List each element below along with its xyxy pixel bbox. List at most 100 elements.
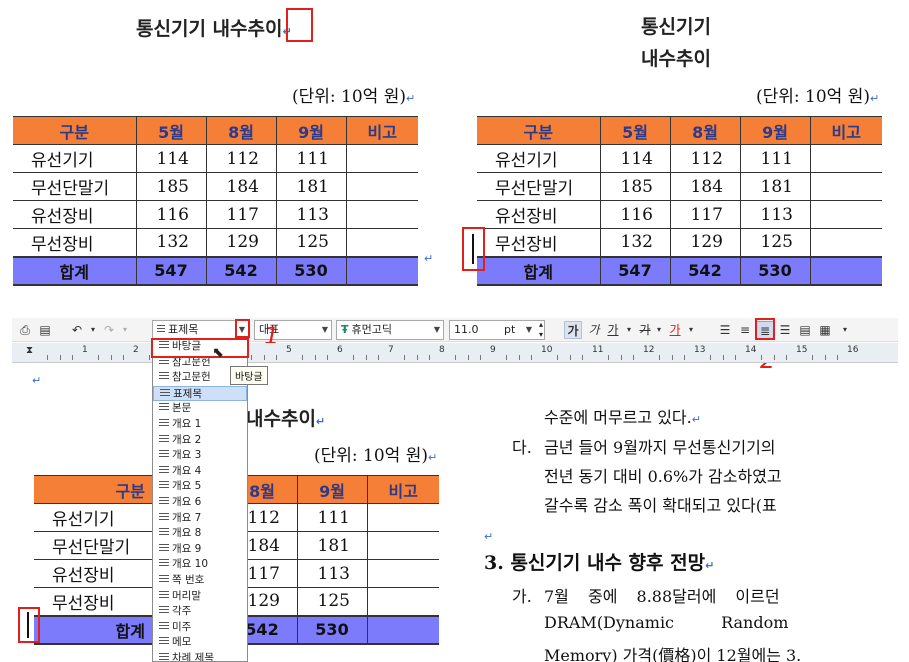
distribute-icon[interactable]: ▤ (796, 321, 814, 339)
table-cell[interactable]: 125 (739, 228, 810, 257)
header-cell[interactable]: 8월 (669, 116, 740, 145)
table-cell[interactable]: 181 (296, 531, 367, 560)
total-cell[interactable] (366, 614, 439, 645)
style-option[interactable]: 차례 제목 (153, 651, 247, 661)
italic-button[interactable]: 가 (585, 321, 603, 339)
style-option[interactable]: 개요 10 (153, 557, 247, 573)
header-cell[interactable]: 비고 (809, 116, 882, 145)
style-option[interactable]: 표제목 (153, 385, 247, 402)
style-option[interactable]: 쪽 번호 (153, 573, 247, 589)
total-cell[interactable]: 530 (275, 255, 346, 286)
table-cell[interactable] (345, 228, 418, 257)
row-label[interactable]: 유선장비 (477, 200, 600, 229)
table-cell[interactable]: 113 (275, 200, 346, 229)
chevron-down-icon[interactable]: ▼ (526, 321, 532, 339)
style-option[interactable]: 메모 (153, 635, 247, 651)
row-label[interactable]: 무선단말기 (477, 172, 600, 201)
align-justify-icon[interactable]: ☰ (716, 321, 734, 339)
header-cell[interactable]: 9월 (275, 116, 346, 145)
table-cell[interactable]: 129 (669, 228, 740, 257)
table-cell[interactable] (366, 503, 439, 532)
table-cell[interactable]: 181 (275, 172, 346, 201)
table-cell[interactable]: 116 (135, 200, 206, 229)
table-cell[interactable]: 111 (296, 503, 367, 532)
font-color-dropdown-icon[interactable]: ▾ (682, 321, 700, 339)
table-cell[interactable] (809, 172, 882, 201)
table-cell[interactable]: 132 (135, 228, 206, 257)
table-cell[interactable]: 185 (599, 172, 670, 201)
indent-marker-icon[interactable]: ⧗ (26, 345, 33, 356)
bold-button[interactable]: 가 (564, 321, 582, 339)
redo-dropdown-icon[interactable]: ▾ (116, 321, 134, 339)
divide-align-icon[interactable]: ▦ (816, 321, 834, 339)
toolbar-more-icon[interactable]: ▾ (836, 321, 854, 339)
style-option[interactable]: 개요 6 (153, 495, 247, 511)
header-cell[interactable]: 9월 (739, 116, 810, 145)
header-cell[interactable]: 8월 (205, 116, 276, 145)
table-cell[interactable]: 185 (135, 172, 206, 201)
style-option[interactable]: 개요 5 (153, 479, 247, 495)
table-cell[interactable]: 117 (669, 200, 740, 229)
table-cell[interactable] (809, 144, 882, 173)
style-option[interactable]: 개요 3 (153, 448, 247, 464)
style-option[interactable]: 개요 9 (153, 542, 247, 558)
style-option[interactable]: 본문 (153, 401, 247, 417)
total-cell[interactable]: 542 (205, 255, 276, 286)
size-stepper-icon[interactable]: ▴ ▾ (539, 321, 543, 339)
style-option[interactable]: 개요 1 (153, 417, 247, 433)
table-cell[interactable] (345, 144, 418, 173)
table-cell[interactable] (809, 228, 882, 257)
total-cell[interactable]: 530 (739, 255, 810, 286)
style-option[interactable]: 미주 (153, 620, 247, 636)
chevron-down-icon[interactable]: ▼ (434, 321, 440, 339)
table-cell[interactable]: 129 (205, 228, 276, 257)
preview-icon[interactable]: ▤ (36, 321, 54, 339)
table-cell[interactable]: 184 (205, 172, 276, 201)
table-cell[interactable]: 117 (205, 200, 276, 229)
table-cell[interactable]: 112 (669, 144, 740, 173)
header-cell[interactable]: 5월 (599, 116, 670, 145)
table-cell[interactable]: 116 (599, 200, 670, 229)
table-cell[interactable] (345, 172, 418, 201)
total-cell[interactable]: 530 (296, 614, 367, 645)
total-cell[interactable]: 547 (599, 255, 670, 286)
style-option[interactable]: 개요 4 (153, 464, 247, 480)
style-option[interactable]: 개요 7 (153, 511, 247, 527)
table-cell[interactable]: 113 (739, 200, 810, 229)
header-cell[interactable]: 9월 (296, 475, 367, 504)
style-dropdown-list[interactable]: 바탕글 참고문헌 참고문헌 표제목 본문 개요 1 개요 2 개요 3 개요 4 개요 5 개요 6… (152, 338, 248, 662)
row-label[interactable]: 유선기기 (477, 144, 600, 173)
total-cell[interactable]: 542 (669, 255, 740, 286)
header-cell[interactable]: 5월 (135, 116, 206, 145)
total-cell[interactable]: 547 (135, 255, 206, 286)
row-label[interactable]: 유선기기 (13, 144, 136, 173)
row-label[interactable]: 무선장비 (477, 228, 600, 257)
table-cell[interactable]: 113 (296, 559, 367, 588)
style-option[interactable]: 개요 8 (153, 526, 247, 542)
chevron-down-icon[interactable]: ▼ (322, 321, 328, 339)
table-cell[interactable]: 181 (739, 172, 810, 201)
table-cell[interactable]: 114 (135, 144, 206, 173)
print-icon[interactable]: ⎙ (16, 321, 34, 339)
row-label[interactable]: 무선장비 (13, 228, 136, 257)
total-cell[interactable] (809, 255, 882, 286)
table-cell[interactable]: 111 (275, 144, 346, 173)
table-cell[interactable] (366, 587, 439, 616)
table-cell[interactable] (366, 531, 439, 560)
table-cell[interactable]: 114 (599, 144, 670, 173)
table-cell[interactable] (345, 200, 418, 229)
style-option[interactable]: 개요 2 (153, 433, 247, 449)
row-label[interactable]: 무선단말기 (13, 172, 136, 201)
header-cell[interactable]: 구분 (13, 116, 136, 145)
header-cell[interactable]: 구분 (477, 116, 600, 145)
table-cell[interactable] (366, 559, 439, 588)
style-option[interactable]: 각주 (153, 604, 247, 620)
table-cell[interactable]: 184 (669, 172, 740, 201)
horizontal-ruler[interactable]: ⧗ 12345678910111213141516 (12, 343, 898, 363)
total-label[interactable]: 합계 (477, 255, 600, 286)
table-cell[interactable]: 125 (296, 587, 367, 616)
table-cell[interactable]: 132 (599, 228, 670, 257)
font-size-select[interactable]: 11.0 pt ▼ ▴ ▾ (449, 320, 545, 340)
align-left-icon[interactable]: ≡ (736, 321, 754, 339)
table-cell[interactable]: 111 (739, 144, 810, 173)
